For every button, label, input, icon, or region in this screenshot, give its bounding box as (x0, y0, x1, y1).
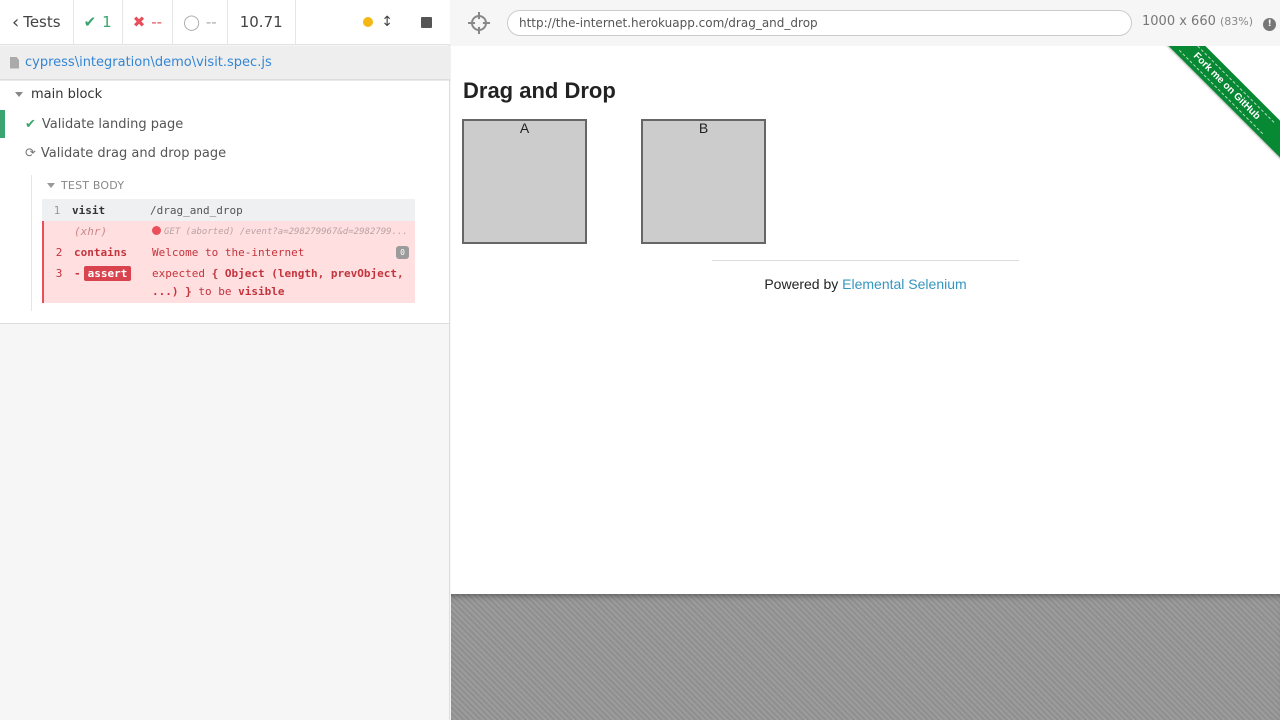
suite-title: main block (31, 87, 103, 102)
refresh-icon: ⟳ (25, 145, 36, 161)
command-name: (xhr) (74, 224, 108, 238)
stop-button[interactable] (421, 16, 432, 28)
assert-visible: visible (238, 285, 285, 298)
failed-count: ✖ -- (123, 0, 174, 44)
test-body-header[interactable]: TEST BODY (47, 179, 124, 192)
viewport-size: 1000 x 660 (1142, 14, 1216, 29)
passed-count: ✔ 1 (74, 0, 123, 44)
tests-label: Tests (23, 13, 61, 31)
xhr-message: GET (aborted) /event?a=298279967&d=29827… (164, 226, 408, 237)
check-icon: ✔ (83, 13, 97, 31)
draggable-column-a[interactable]: A (462, 119, 587, 244)
command-message: /drag_and_drop (150, 203, 243, 217)
auto-scroll-toggle-icon[interactable]: ↕ (381, 14, 393, 30)
viewport-info: 1000 x 660 (83%) ! (1142, 14, 1277, 31)
tests-link[interactable]: ‹ Tests (0, 0, 74, 44)
ribbon-label: Fork me on GitHub (1179, 46, 1275, 134)
command-name: visit (72, 203, 106, 217)
assert-to-be: to be (198, 285, 232, 298)
element-count-badge: 0 (396, 245, 409, 259)
command-prefix: - (74, 267, 81, 280)
test-body: TEST BODY 1 visit /drag_and_drop (xhr) G… (31, 175, 415, 311)
command-contains[interactable]: 2 contains Welcome to the-internet 0 (42, 241, 415, 263)
status-dot-icon (152, 225, 161, 235)
command-message: expected { Object (length, prevObject, .… (152, 265, 415, 303)
assert-badge: assert (83, 266, 132, 281)
command-assert[interactable]: 3 - assert expected { Object (length, pre… (42, 263, 415, 303)
test-body-label: TEST BODY (61, 179, 125, 192)
assert-expected: expected (152, 267, 205, 280)
runnables-list: main block ✔ Validate landing page ⟳ Val… (0, 81, 449, 324)
run-controls: ↕ (296, 0, 450, 44)
draggable-column-b[interactable]: B (641, 119, 766, 244)
test-title: Validate landing page (41, 116, 184, 132)
aut-iframe: Drag and Drop A B Powered by Elemental S… (451, 46, 1280, 594)
aut-background (451, 594, 1280, 720)
info-icon[interactable]: ! (1263, 18, 1277, 31)
command-visit[interactable]: 1 visit /drag_and_drop (42, 199, 415, 221)
x-icon: ✖ (132, 13, 146, 31)
command-name: - assert (74, 266, 152, 303)
reporter-panel: ‹ Tests ✔ 1 ✖ -- ◯ -- 10.71 ↕ cypress\in… (0, 0, 450, 720)
spec-file-header: cypress\integration\demo\visit.spec.js (0, 46, 450, 80)
running-indicator-icon (363, 17, 374, 27)
caret-down-icon (15, 92, 23, 97)
test-validate-landing-page[interactable]: ✔ Validate landing page (0, 110, 449, 138)
spec-path[interactable]: cypress\integration\demo\visit.spec.js (25, 55, 272, 70)
pending-count: ◯ -- (173, 0, 228, 44)
page-footer: Powered by Elemental Selenium (451, 276, 1280, 292)
passed-value: 1 (102, 13, 112, 31)
command-name: contains (74, 245, 127, 259)
command-number: 1 (53, 203, 61, 217)
command-number: 2 (55, 245, 63, 259)
pending-value: -- (205, 13, 217, 31)
command-message: GET (aborted) /event?a=298279967&d=29827… (152, 225, 415, 237)
test-validate-drag-and-drop-page[interactable]: ⟳ Validate drag and drop page (0, 139, 449, 167)
footer-prefix: Powered by (764, 276, 839, 292)
command-xhr[interactable]: (xhr) GET (aborted) /event?a=298279967&d… (42, 221, 415, 241)
url-bar[interactable]: http://the-internet.herokuapp.com/drag_a… (507, 10, 1132, 36)
duration: 10.71 (228, 0, 296, 44)
caret-down-icon (47, 183, 55, 188)
aut-header: http://the-internet.herokuapp.com/drag_a… (451, 0, 1280, 46)
check-icon: ✔ (25, 116, 36, 132)
suite-main-block[interactable]: main block (15, 87, 102, 102)
viewport-scale: (83%) (1220, 15, 1254, 28)
command-number: 3 (55, 267, 63, 280)
file-icon (10, 56, 19, 69)
circle-notch-icon: ◯ (183, 13, 200, 31)
chevron-left-icon: ‹ (12, 11, 20, 33)
stats-bar: ‹ Tests ✔ 1 ✖ -- ◯ -- 10.71 ↕ (0, 0, 450, 45)
failed-value: -- (151, 13, 163, 31)
page-title: Drag and Drop (463, 78, 616, 103)
elemental-selenium-link[interactable]: Elemental Selenium (842, 276, 967, 292)
footer-divider (712, 260, 1019, 261)
test-title: Validate drag and drop page (40, 145, 227, 161)
command-message: Welcome to the-internet (152, 245, 305, 259)
fork-me-ribbon[interactable]: Fork me on GitHub (1147, 46, 1280, 166)
crosshair-center (475, 19, 483, 27)
